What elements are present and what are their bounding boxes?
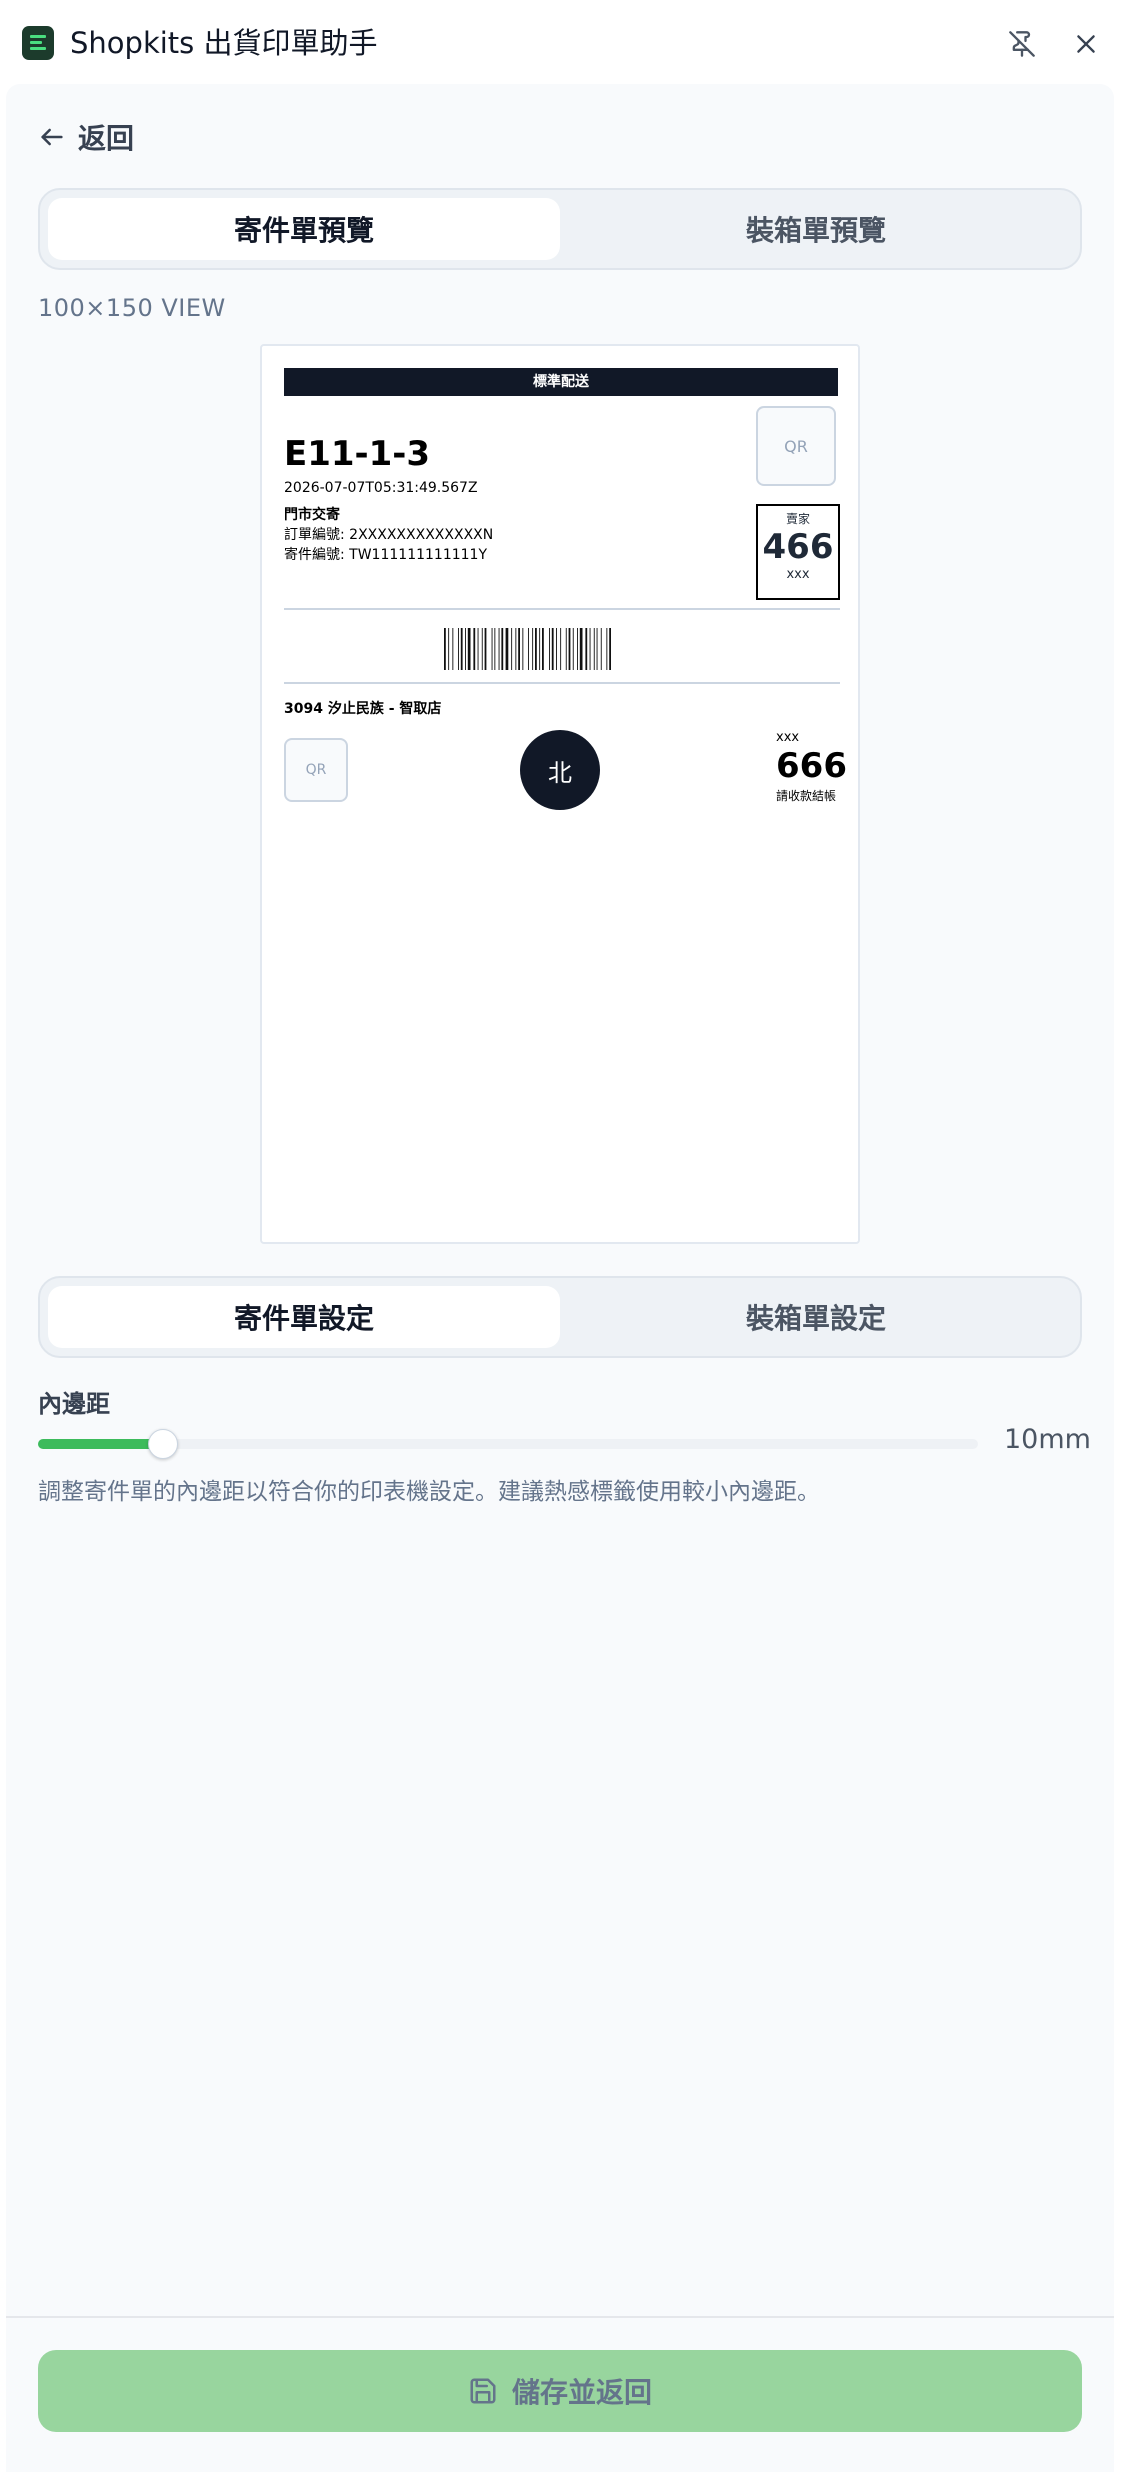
slider-thumb[interactable] (148, 1429, 179, 1459)
qr-code-bottom: QR (284, 738, 348, 802)
seller-sub: xxx (786, 567, 810, 582)
tab-shipping-label-settings[interactable]: 寄件單設定 (48, 1286, 560, 1348)
app-logo-icon (22, 26, 54, 60)
timestamp: 2026-07-07T05:31:49.567Z (284, 480, 478, 496)
divider (284, 682, 840, 684)
padding-label: 內邊距 (38, 1390, 110, 1418)
qr-code-top: QR (756, 406, 836, 486)
close-icon[interactable] (1064, 22, 1108, 66)
slider-track (38, 1439, 978, 1449)
back-label: 返回 (78, 122, 135, 155)
tab-packing-slip-settings[interactable]: 裝箱單設定 (560, 1286, 1072, 1348)
order-number: 訂單編號: 2XXXXXXXXXXXXXN (284, 527, 494, 543)
delivery-type-banner: 標準配送 (284, 368, 838, 396)
pickup-number: 666 (776, 746, 847, 786)
seller-box: 賣家 466 xxx (756, 504, 840, 600)
seller-number: 466 (762, 527, 834, 567)
shipping-label-preview: 標準配送 E11-1-3 2026-07-07T05:31:49.567Z 門市… (260, 344, 860, 1244)
pickup-top: xxx (776, 730, 800, 745)
tab-packing-slip-preview[interactable]: 裝箱單預覽 (560, 198, 1072, 260)
back-button[interactable]: 返回 (38, 112, 134, 162)
seller-title: 賣家 (785, 512, 810, 526)
shipment-number: 寄件編號: TW111111111111Y (284, 547, 487, 563)
ship-method: 門市交寄 (284, 507, 340, 523)
padding-value: 10mm (1004, 1424, 1091, 1455)
preview-tabs: 寄件單預覽 裝箱單預覽 (38, 188, 1082, 270)
location-code: E11-1-3 (284, 434, 431, 474)
padding-help-text: 調整寄件單的內邊距以符合你的印表機設定。建議熱感標籤使用較小內邊距。 (38, 1479, 820, 1505)
divider (284, 608, 840, 610)
pickup-info: xxx 666 請收款結帳 (776, 730, 847, 804)
view-size-label: 100×150 VIEW (38, 294, 226, 322)
footer-divider (6, 2316, 1114, 2318)
region-badge: 北 (520, 730, 600, 810)
arrow-left-icon (41, 128, 63, 146)
settings-tabs: 寄件單設定 裝箱單設定 (38, 1276, 1082, 1358)
tab-shipping-label-preview[interactable]: 寄件單預覽 (48, 198, 560, 260)
barcode (444, 628, 611, 670)
window-title: Shopkits 出貨印單助手 (70, 26, 378, 60)
save-and-return-button[interactable]: 儲存並返回 (38, 2350, 1082, 2432)
padding-slider[interactable] (38, 1429, 978, 1459)
store-name: 3094 汐止民族 - 智取店 (284, 701, 442, 717)
save-button-label: 儲存並返回 (511, 2376, 652, 2409)
pin-off-icon[interactable] (1000, 22, 1044, 66)
pickup-note: 請收款結帳 (776, 789, 837, 803)
save-icon (470, 2378, 496, 2404)
slider-fill (38, 1439, 164, 1449)
title-bar: Shopkits 出貨印單助手 (0, 0, 1132, 86)
